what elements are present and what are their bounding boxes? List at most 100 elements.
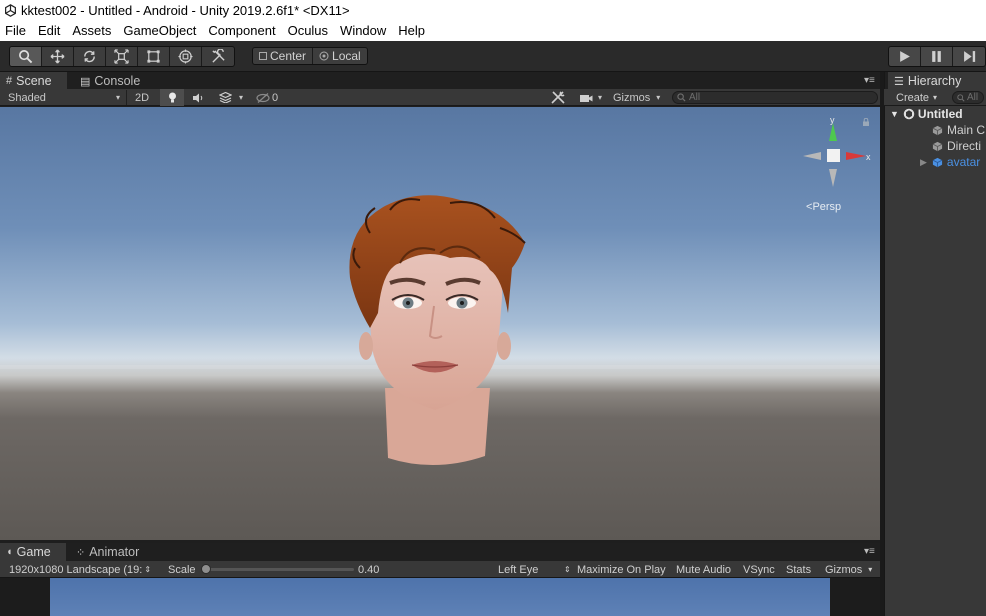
gameobject-cube-icon [932, 125, 943, 135]
hand-tool-button[interactable] [10, 47, 42, 66]
scene-toolbar: Shaded ▾ 2D ▾ 0 ▾ Gizmos ▾ All [0, 89, 880, 106]
shading-mode-dropdown[interactable]: Shaded ▾ [8, 89, 124, 106]
lock-icon[interactable] [862, 118, 870, 126]
panel-menu-icon[interactable]: ▾≡ [864, 75, 875, 86]
vsync-toggle[interactable]: VSync [743, 561, 775, 578]
tab-game-label: Game [16, 545, 51, 559]
rotate-icon [84, 50, 95, 63]
tab-animator[interactable]: ⁘ Animator [70, 543, 145, 561]
hidden-count: 0 [272, 91, 279, 104]
hierarchy-tabstrip: ☰ Hierarchy [885, 72, 986, 90]
menu-help[interactable]: Help [393, 23, 432, 38]
scale-tool-button[interactable] [106, 47, 138, 66]
chevron-down-icon: ▾ [868, 565, 873, 574]
stats-toggle[interactable]: Stats [786, 561, 811, 578]
search-icon [957, 93, 965, 102]
move-arrows-icon [50, 49, 65, 64]
scale-value: 0.40 [358, 561, 379, 578]
create-dropdown[interactable]: Create ▾ [896, 89, 937, 106]
hidden-eye-icon [256, 92, 270, 103]
scene-grid-icon: # [6, 75, 13, 87]
play-button[interactable] [889, 47, 921, 66]
gizmo-x-label: x [866, 152, 871, 162]
menu-assets[interactable]: Assets [67, 23, 118, 38]
transform-tool-button[interactable] [170, 47, 202, 66]
hierarchy-item-directional-light[interactable]: Directi [886, 138, 986, 154]
avatar-head-model[interactable] [330, 188, 540, 473]
magnifier-icon [19, 50, 33, 64]
unity-scene-icon [903, 108, 915, 120]
unity-logo-icon [5, 3, 16, 17]
hidden-objects-toggle[interactable]: 0 [256, 89, 278, 106]
panel-menu-icon[interactable]: ▾≡ [864, 546, 875, 557]
projection-label: Persp [812, 201, 842, 213]
step-button[interactable] [953, 47, 985, 66]
chevron-down-icon: ▾ [933, 93, 938, 102]
pivot-center-button[interactable]: Center [253, 48, 314, 64]
move-tool-button[interactable] [42, 47, 74, 66]
projection-toggle[interactable]: <Persp [806, 201, 841, 213]
mute-audio-toggle[interactable]: Mute Audio [676, 561, 731, 578]
menu-gameobject[interactable]: GameObject [118, 23, 203, 38]
scene-tools-button[interactable] [551, 89, 565, 106]
resolution-dropdown[interactable]: 1920x1080 Landscape (19: ⇕ [9, 561, 151, 578]
hierarchy-item-main-camera[interactable]: Main C [886, 122, 986, 138]
scale-slider-track[interactable] [204, 568, 354, 571]
lighting-toggle[interactable] [160, 89, 184, 106]
orientation-gizmo[interactable]: y x [800, 115, 875, 190]
rect-transform-icon [147, 50, 160, 63]
2d-toggle[interactable]: 2D [135, 89, 149, 106]
gizmos-dropdown[interactable]: Gizmos ▾ [613, 89, 660, 106]
eye-label: Left Eye [498, 563, 539, 576]
space-label: Local [332, 49, 361, 63]
scale-icon [114, 49, 129, 64]
menu-window[interactable]: Window [335, 23, 393, 38]
hierarchy-item-avatar[interactable]: ▶ avatar [886, 154, 986, 170]
pivot-toggles: Center Local [252, 47, 368, 65]
speaker-icon [193, 93, 203, 102]
scene-search-placeholder: All [689, 92, 701, 103]
game-tabstrip: ◖ Game ⁘ Animator ▾≡ [0, 543, 880, 561]
game-gizmos-dropdown[interactable]: Gizmos ▾ [825, 561, 872, 578]
game-gizmos-label: Gizmos [825, 563, 863, 576]
menu-bar: File Edit Assets GameObject Component Oc… [0, 20, 986, 41]
tab-hierarchy[interactable]: ☰ Hierarchy [888, 72, 986, 90]
menu-oculus[interactable]: Oculus [283, 23, 335, 38]
tab-console[interactable]: ▤ Console [74, 72, 146, 90]
pivot-local-button[interactable]: Local [313, 48, 367, 64]
menu-edit[interactable]: Edit [33, 23, 67, 38]
scene-name: Untitled [917, 107, 963, 121]
tab-game[interactable]: ◖ Game [0, 543, 66, 561]
console-icon: ▤ [80, 75, 91, 88]
hierarchy-search-input[interactable]: All [952, 91, 984, 104]
scale-slider-thumb[interactable] [201, 564, 211, 574]
chevron-updown-icon: ⇕ [564, 565, 571, 574]
eye-dropdown[interactable]: Left Eye ⇕ [498, 561, 571, 578]
camera-settings-dropdown[interactable]: ▾ [579, 89, 602, 106]
rotate-tool-button[interactable] [74, 47, 106, 66]
effects-dropdown[interactable]: ▾ [219, 89, 243, 106]
window-title: kktest002 - Untitled - Android - Unity 2… [21, 2, 350, 18]
lightbulb-icon [168, 92, 176, 103]
combined-transform-icon [178, 49, 193, 64]
chevron-down-icon: ▾ [598, 93, 603, 102]
menu-component[interactable]: Component [203, 23, 282, 38]
game-pacman-icon: ◖ [6, 546, 13, 558]
custom-tool-button[interactable] [202, 47, 234, 66]
pause-button[interactable] [921, 47, 953, 66]
transform-tools [9, 46, 235, 67]
scene-root-item[interactable]: ▼ Untitled [886, 106, 986, 122]
game-view[interactable] [50, 578, 830, 616]
menu-file[interactable]: File [0, 23, 33, 38]
hierarchy-list-icon: ☰ [894, 75, 904, 88]
animator-nodes-icon: ⁘ [76, 546, 86, 559]
resolution-label: 1920x1080 Landscape (19: [9, 563, 143, 576]
rect-tool-button[interactable] [138, 47, 170, 66]
scene-search-input[interactable]: All [672, 91, 878, 104]
scale-label: Scale [168, 561, 196, 578]
audio-toggle[interactable] [192, 89, 204, 106]
tab-scene[interactable]: # Scene [0, 72, 67, 90]
scale-value-text: 0.40 [358, 563, 380, 576]
maximize-on-play-toggle[interactable]: Maximize On Play [577, 561, 666, 578]
pivot-icon [259, 52, 267, 60]
